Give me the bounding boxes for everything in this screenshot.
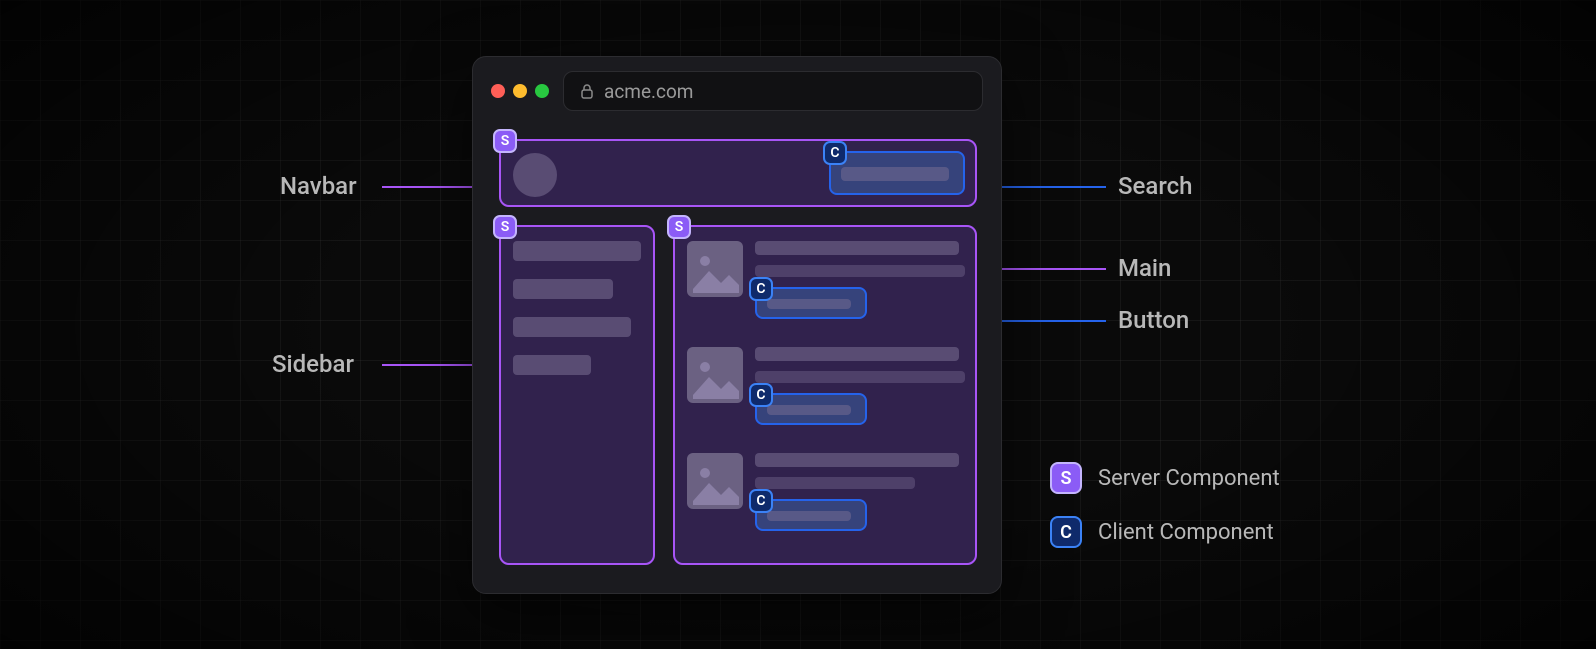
image-placeholder-icon (687, 241, 743, 297)
client-badge-icon: C (823, 141, 847, 165)
text-line-placeholder (755, 371, 965, 383)
main-area: S C C (673, 225, 977, 565)
maximize-icon[interactable] (535, 84, 549, 98)
label-navbar: Navbar (280, 172, 357, 200)
navbar-area: S C (499, 139, 977, 207)
client-badge-icon: C (749, 489, 773, 513)
button-label-placeholder (767, 299, 851, 309)
button-component[interactable]: C (755, 499, 867, 531)
client-badge-icon: C (749, 277, 773, 301)
text-line-placeholder (755, 477, 915, 489)
label-sidebar: Sidebar (272, 350, 354, 378)
label-button: Button (1118, 306, 1189, 334)
lock-icon (580, 83, 594, 99)
text-line-placeholder (755, 347, 959, 361)
sidebar-item-placeholder (513, 279, 613, 299)
close-icon[interactable] (491, 84, 505, 98)
search-box[interactable]: C (829, 151, 965, 195)
text-line-placeholder (755, 265, 965, 277)
sidebar-item-placeholder (513, 317, 631, 337)
traffic-lights (491, 84, 549, 98)
button-label-placeholder (767, 405, 851, 415)
search-placeholder (841, 167, 949, 181)
client-badge-icon: C (749, 383, 773, 407)
minimize-icon[interactable] (513, 84, 527, 98)
image-placeholder-icon (687, 347, 743, 403)
text-line-placeholder (755, 453, 959, 467)
url-bar[interactable]: acme.com (563, 71, 983, 111)
client-badge-icon: C (1050, 516, 1082, 548)
sidebar-item-placeholder (513, 355, 591, 375)
avatar-placeholder (513, 153, 557, 197)
button-label-placeholder (767, 511, 851, 521)
label-search: Search (1118, 172, 1192, 200)
image-placeholder-icon (687, 453, 743, 509)
sidebar-area: S (499, 225, 655, 565)
diagram-stage: Navbar Sidebar Search Main Button ac (0, 0, 1596, 649)
server-badge-icon: S (493, 215, 517, 239)
server-badge-icon: S (493, 129, 517, 153)
button-component[interactable]: C (755, 287, 867, 319)
button-component[interactable]: C (755, 393, 867, 425)
legend-server-label: Server Component (1098, 466, 1280, 491)
server-badge-icon: S (1050, 462, 1082, 494)
legend-client-label: Client Component (1098, 520, 1274, 545)
sidebar-item-placeholder (513, 241, 641, 261)
legend-server: S Server Component (1050, 462, 1280, 494)
text-line-placeholder (755, 241, 959, 255)
browser-content: S C S S (493, 133, 981, 573)
legend-client: C Client Component (1050, 516, 1280, 548)
legend: S Server Component C Client Component (1050, 462, 1280, 548)
browser-titlebar: acme.com (473, 57, 1001, 121)
url-text: acme.com (604, 80, 693, 103)
label-main: Main (1118, 254, 1171, 282)
server-badge-icon: S (667, 215, 691, 239)
browser-window: acme.com S C S (472, 56, 1002, 594)
